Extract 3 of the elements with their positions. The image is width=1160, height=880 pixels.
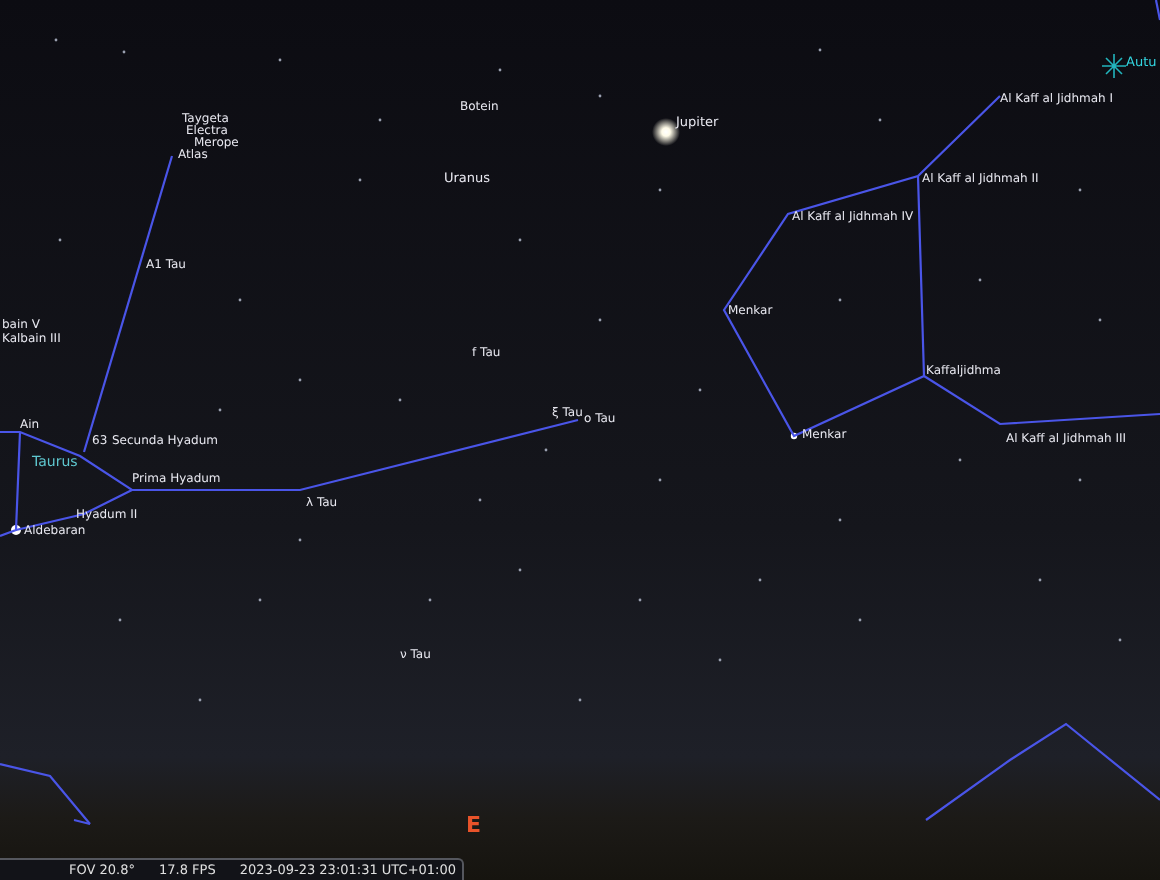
constellation-line <box>1154 0 1160 21</box>
star-glow-icon <box>1101 53 1127 79</box>
cardinal-label: E <box>466 812 482 838</box>
